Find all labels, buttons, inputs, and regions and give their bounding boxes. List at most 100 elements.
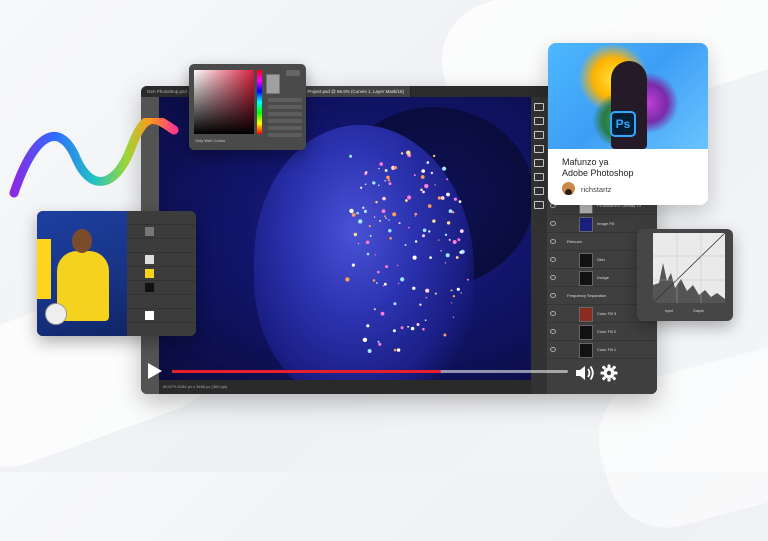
course-card[interactable]: Ps Mafunzo ya Adobe Photoshop richstartz bbox=[548, 43, 708, 205]
sparkle-dot bbox=[359, 186, 363, 189]
sparkle-dot bbox=[422, 234, 425, 238]
sparkle-dot bbox=[452, 316, 455, 318]
sparkle-dot bbox=[412, 286, 416, 290]
sparkle-dot bbox=[400, 326, 404, 330]
sparkle-dot bbox=[366, 324, 370, 328]
value-field[interactable] bbox=[268, 98, 302, 102]
layer-thumbnail bbox=[579, 217, 593, 232]
move-tool-icon[interactable] bbox=[534, 103, 544, 111]
curves-output-label: Output bbox=[693, 309, 704, 313]
sparkle-dot bbox=[440, 250, 442, 252]
sparkle-dot bbox=[440, 196, 445, 200]
settings-gear-icon[interactable] bbox=[600, 364, 618, 382]
sparkle-dot bbox=[438, 239, 440, 241]
volume-icon[interactable] bbox=[574, 362, 596, 384]
sparkle-dot bbox=[349, 208, 354, 214]
brush-tool-icon[interactable] bbox=[534, 117, 544, 125]
sparkle-dot bbox=[400, 277, 405, 282]
sparkle-dot bbox=[460, 292, 462, 294]
play-button[interactable] bbox=[148, 363, 162, 379]
sparkle-dot bbox=[443, 333, 447, 337]
sparkle-dot bbox=[364, 171, 368, 174]
sparkle-dot bbox=[377, 270, 380, 274]
value-field[interactable] bbox=[268, 126, 302, 130]
visibility-eye-icon[interactable] bbox=[550, 239, 556, 244]
sparkle-dot bbox=[429, 256, 432, 259]
sparkle-dot bbox=[434, 292, 437, 295]
sparkle-dot bbox=[466, 278, 469, 281]
sparkle-dot bbox=[451, 302, 453, 304]
text-tool-icon[interactable] bbox=[534, 159, 544, 167]
sparkle-dot bbox=[381, 209, 386, 214]
visibility-eye-icon[interactable] bbox=[550, 275, 556, 280]
layer-thumbnail bbox=[579, 307, 593, 322]
sparkle-dot bbox=[400, 152, 404, 155]
sparkle-dot bbox=[353, 232, 358, 237]
value-field[interactable] bbox=[268, 112, 302, 116]
value-field[interactable] bbox=[268, 133, 302, 137]
sparkle-dot bbox=[414, 212, 418, 216]
sparkle-dot bbox=[373, 216, 376, 218]
adjust-tool-icon[interactable] bbox=[534, 131, 544, 139]
value-field[interactable] bbox=[268, 119, 302, 123]
sparkle-dot bbox=[430, 171, 434, 175]
history-tool-icon[interactable] bbox=[534, 145, 544, 153]
visibility-eye-icon[interactable] bbox=[550, 293, 556, 298]
sparkle-dot bbox=[362, 206, 365, 209]
course-title: Mafunzo ya Adobe Photoshop bbox=[562, 157, 702, 178]
visibility-eye-icon[interactable] bbox=[550, 257, 556, 262]
sparkle-dot bbox=[358, 243, 360, 245]
sparkle-dot bbox=[405, 199, 408, 202]
sparkle-dot bbox=[382, 285, 384, 287]
photoshop-logo-icon: Ps bbox=[610, 111, 636, 137]
layer-row[interactable]: Color Fill 1 bbox=[547, 341, 657, 359]
layer-name: Color Fill 1 bbox=[597, 347, 617, 352]
visibility-eye-icon[interactable] bbox=[550, 329, 556, 334]
yellow-graphic bbox=[37, 239, 51, 299]
sparkle-dot bbox=[396, 348, 401, 352]
ok-button[interactable] bbox=[286, 70, 300, 76]
sparkle-dot bbox=[446, 221, 451, 225]
video-progress-bar[interactable] bbox=[172, 370, 568, 373]
layers-tool-icon[interactable] bbox=[534, 201, 544, 209]
layer-group-name: Frequency Separation bbox=[567, 293, 607, 298]
visibility-eye-icon[interactable] bbox=[550, 311, 556, 316]
layer-thumbnail bbox=[145, 311, 154, 320]
sparkle-dot bbox=[452, 240, 457, 244]
sparkle-dot bbox=[410, 326, 415, 331]
author-name[interactable]: richstartz bbox=[581, 185, 611, 194]
visibility-eye-icon[interactable] bbox=[550, 221, 556, 226]
sparkle-dot bbox=[450, 289, 452, 292]
curves-graph[interactable] bbox=[653, 233, 725, 303]
tools-toolbar bbox=[531, 97, 547, 394]
layer-thumbnail bbox=[579, 325, 593, 340]
visibility-eye-icon[interactable] bbox=[550, 347, 556, 352]
value-field[interactable] bbox=[268, 105, 302, 109]
layer-row[interactable]: Color Fill 2 bbox=[547, 323, 657, 341]
sparkle-dot bbox=[398, 222, 401, 225]
sparkle-dot bbox=[426, 161, 430, 164]
mini-layer-row bbox=[127, 253, 196, 267]
sparkle-dot bbox=[383, 282, 387, 286]
sparkle-dot bbox=[356, 211, 359, 215]
sparkle-dot bbox=[393, 348, 397, 352]
sparkle-dot bbox=[351, 263, 355, 267]
sparkle-dot bbox=[351, 213, 356, 217]
tab-photo-project[interactable]: Photo Project.psd @ 66.6% (Curves 1, Lay… bbox=[288, 86, 412, 97]
color-field[interactable] bbox=[194, 70, 254, 134]
sparkle-dot bbox=[444, 262, 446, 264]
sparkle-dot bbox=[398, 282, 400, 285]
layer-name: Dodge bbox=[597, 275, 609, 280]
settings-tool-icon[interactable] bbox=[534, 187, 544, 195]
sparkle-dot bbox=[358, 219, 363, 224]
hue-slider[interactable] bbox=[257, 70, 262, 134]
mini-layer-row bbox=[127, 239, 196, 253]
properties-icon[interactable] bbox=[534, 173, 544, 181]
sparkle-dot bbox=[373, 308, 376, 311]
sparkle-dot bbox=[389, 237, 392, 240]
tab-gen-photoshop[interactable]: Gen Photoshop.psd bbox=[141, 86, 194, 97]
sparkle-dot bbox=[393, 302, 397, 306]
layer-name: Image Fill bbox=[597, 221, 615, 226]
soccer-design-card bbox=[37, 211, 196, 336]
sparkle-dot bbox=[419, 303, 422, 306]
